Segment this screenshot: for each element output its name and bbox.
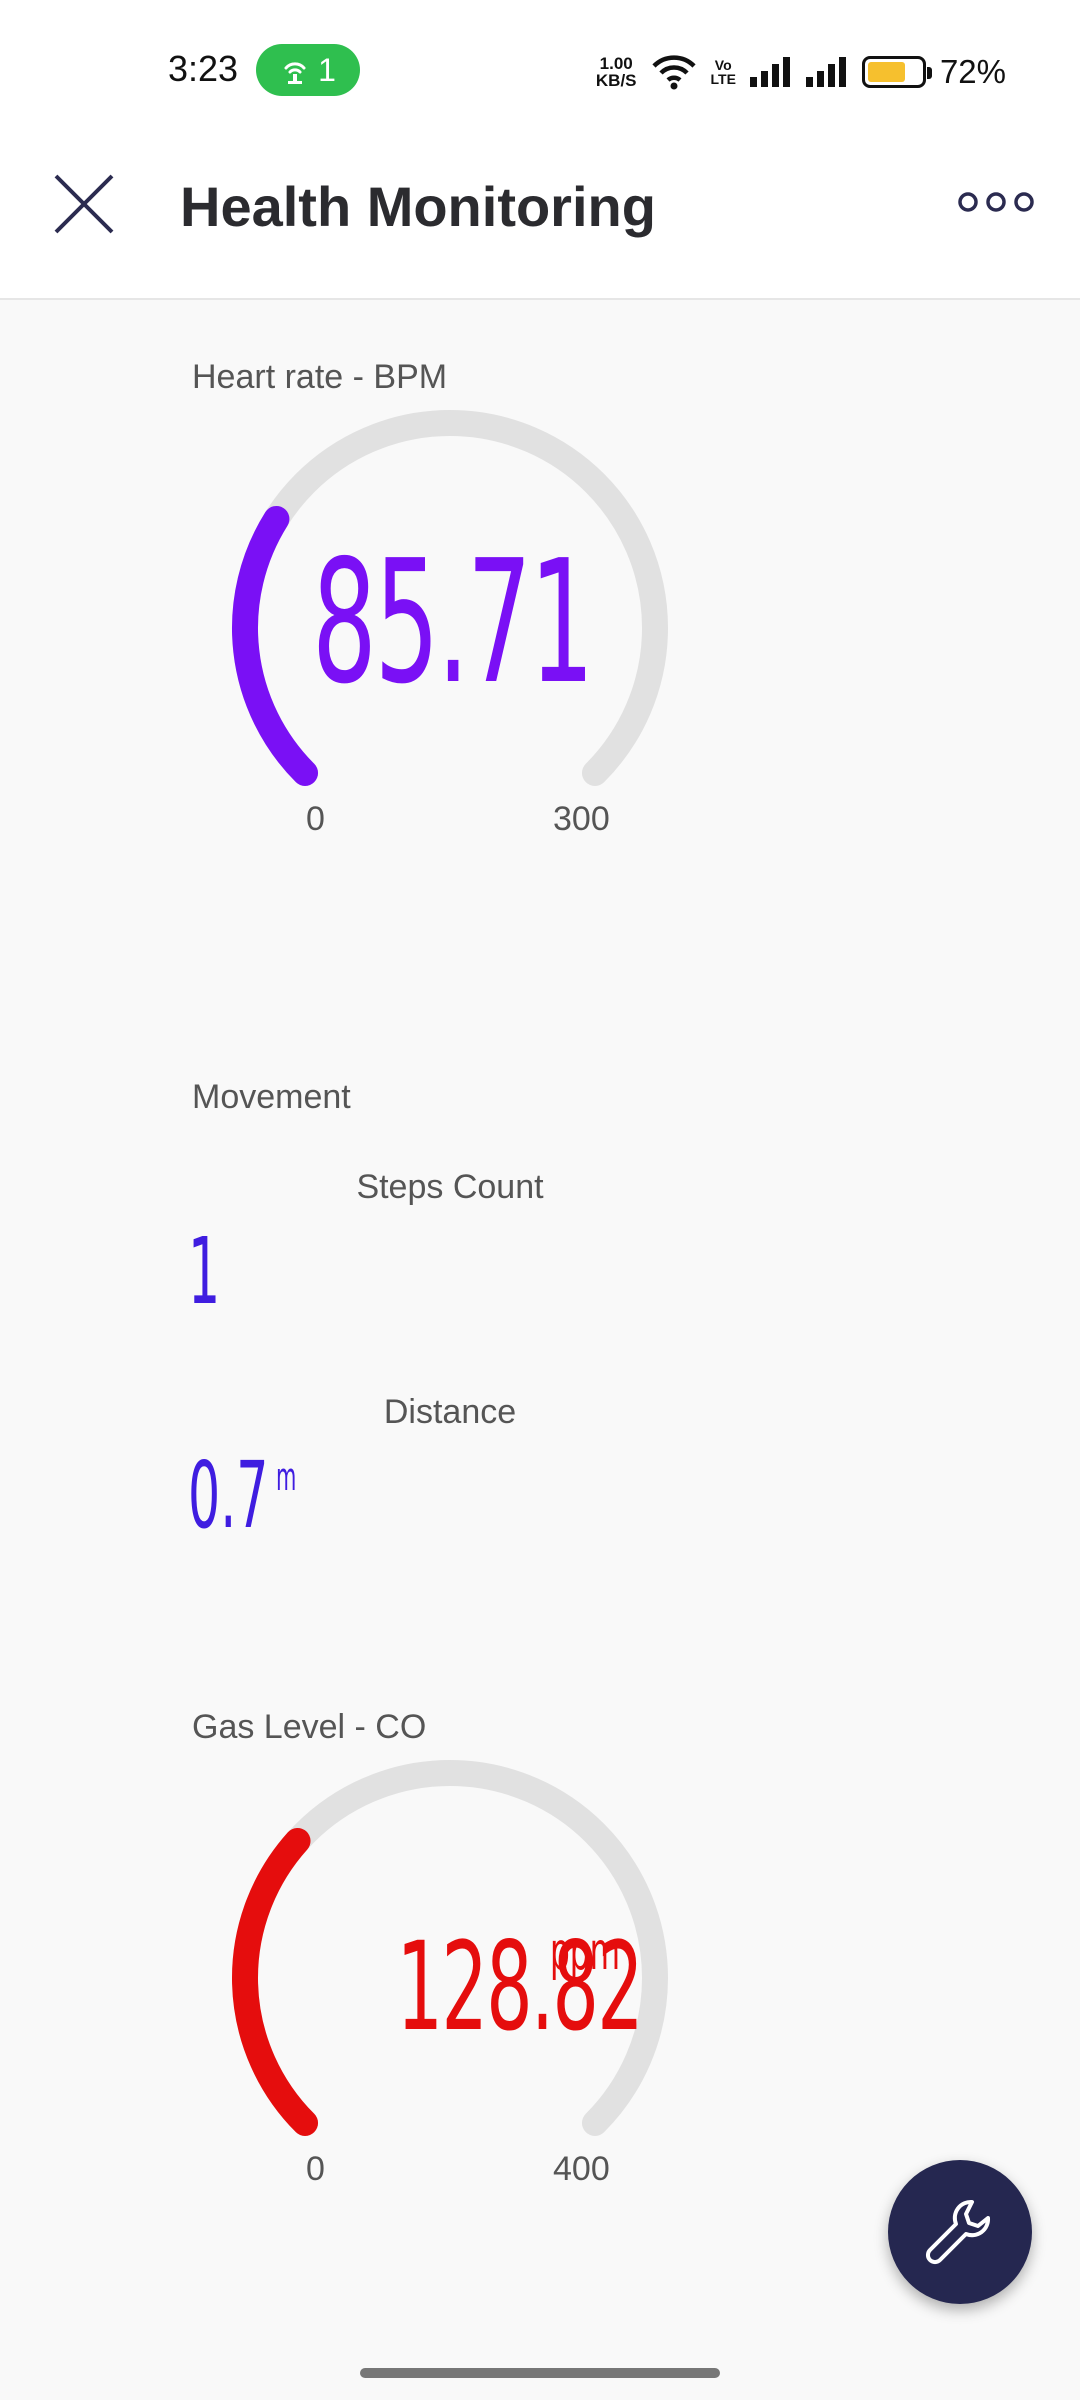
- battery-fill: [867, 62, 906, 82]
- signal-icon: [749, 57, 790, 87]
- net-speed: 1.00 KB/S: [595, 54, 637, 90]
- distance-title: Distance: [383, 1393, 517, 1431]
- steps-count-value: 1: [188, 1218, 221, 1325]
- close-icon: [54, 174, 114, 234]
- hotspot-icon: [284, 62, 306, 84]
- distance-value: 0.7: [188, 1442, 269, 1549]
- battery-icon: [861, 56, 932, 88]
- gas-level-label: Gas Level - CO: [192, 1708, 427, 1746]
- movement-label: Movement: [192, 1078, 351, 1116]
- heart-rate-gauge-arc: [232, 505, 319, 786]
- gas-level-max: 400: [553, 2150, 610, 2188]
- signal-icon-2: [805, 57, 846, 87]
- gas-level-gauge: 128.82ppm 0 400: [220, 1760, 680, 2200]
- gas-level-unit: ppm: [550, 1922, 621, 1982]
- status-time: 3:23: [168, 48, 239, 89]
- page-title: Health Monitoring: [180, 175, 656, 238]
- heart-rate-label: Heart rate - BPM: [192, 358, 448, 396]
- home-indicator: [360, 2368, 720, 2378]
- distance-unit: m: [276, 1455, 297, 1499]
- wifi-icon: [651, 55, 696, 90]
- heart-rate-min: 0: [306, 800, 325, 838]
- hotspot-indicator: 1: [256, 44, 360, 96]
- steps-count-title: Steps Count: [356, 1168, 544, 1206]
- more-horizontal-icon: [958, 192, 1034, 212]
- settings-fab-button[interactable]: [888, 2160, 1032, 2304]
- heart-rate-max: 300: [553, 800, 610, 838]
- status-bar: 3:23 1 1.00 KB/S Vo LTE 72%: [0, 0, 1080, 140]
- heart-rate-value: 85.71: [312, 524, 594, 722]
- heart-rate-gauge: 85.71 0 300: [220, 410, 680, 850]
- app-bar: Health Monitoring: [0, 140, 1080, 300]
- volte-indicator: Vo LTE: [710, 57, 736, 87]
- hotspot-count: 1: [318, 51, 336, 88]
- close-button[interactable]: [50, 170, 118, 238]
- gas-level-min: 0: [306, 2150, 325, 2188]
- gas-level-readout: 128.82ppm: [220, 1926, 680, 2048]
- battery-percent: 72%: [939, 53, 1006, 90]
- more-options-button[interactable]: [956, 182, 1036, 222]
- status-icons: 1.00 KB/S Vo LTE 72%: [596, 48, 1006, 96]
- wrench-icon: [925, 2199, 991, 2265]
